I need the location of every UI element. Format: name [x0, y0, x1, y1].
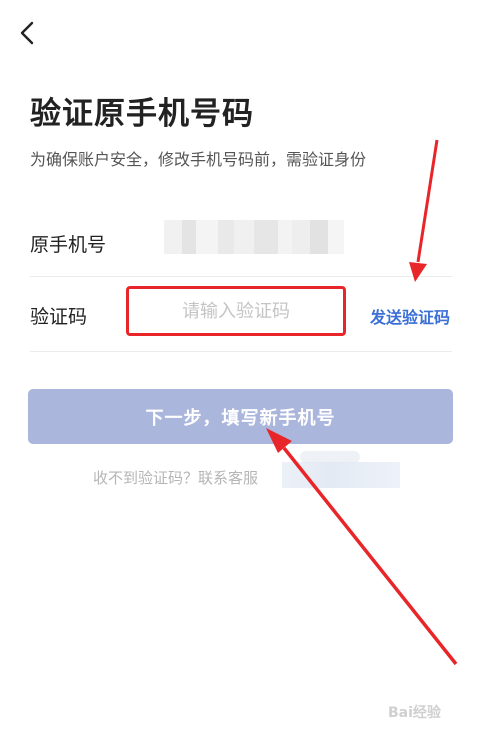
send-code-button[interactable]: 发送验证码 — [370, 304, 450, 328]
watermark: Bai经验 — [388, 705, 441, 721]
page-subtitle: 为确保账户安全，修改手机号码前，需验证身份 — [30, 150, 367, 169]
back-button[interactable] — [14, 18, 42, 48]
contact-support-link[interactable]: 收不到验证码？联系客服 — [93, 467, 258, 488]
masked-phone-number — [164, 220, 344, 254]
next-step-button[interactable]: 下一步，填写新手机号 — [28, 389, 453, 444]
verification-code-row: 验证码 发送验证码 — [30, 276, 452, 352]
blur-mask — [282, 462, 400, 488]
original-phone-label: 原手机号 — [30, 234, 107, 256]
page-title: 验证原手机号码 — [30, 96, 254, 132]
chevron-left-icon — [20, 21, 34, 45]
original-phone-row: 原手机号 — [30, 204, 452, 277]
verification-code-label: 验证码 — [30, 306, 88, 328]
verification-code-input[interactable] — [126, 286, 346, 336]
